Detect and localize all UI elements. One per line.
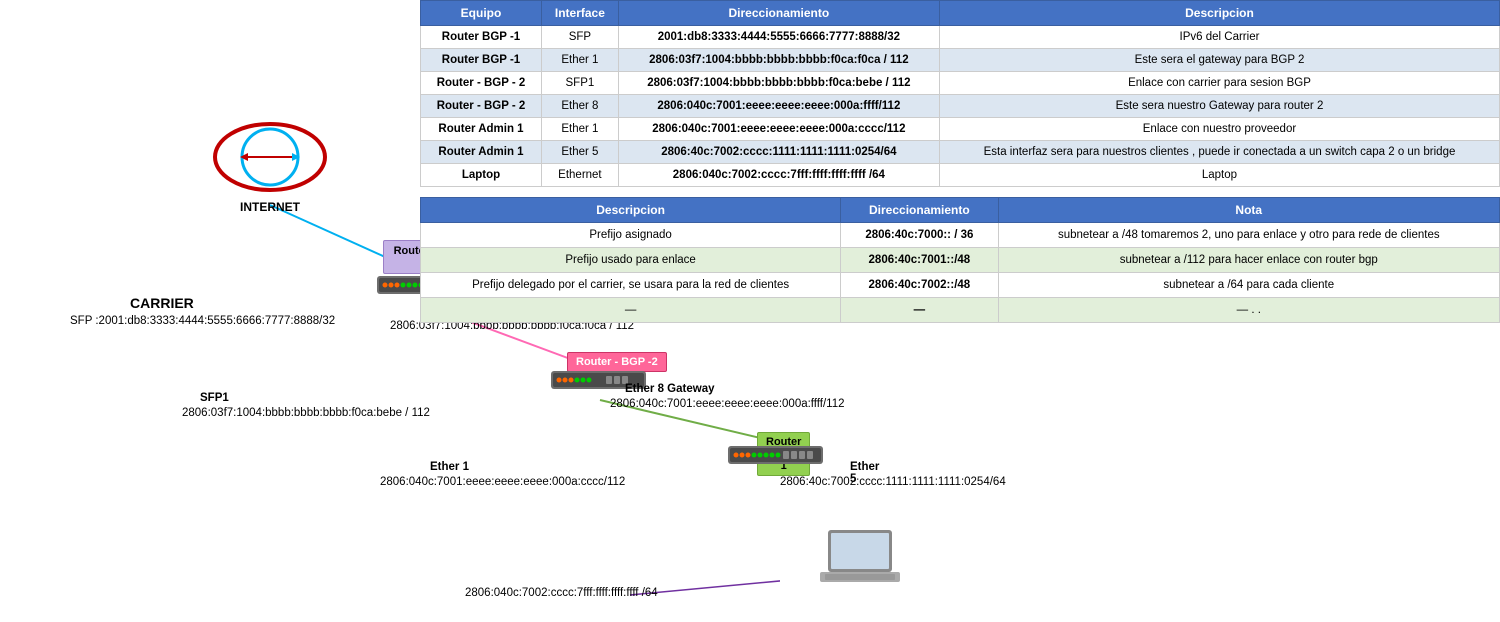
sec-cell-nota: subnetear a /112 para hacer enlace con r…	[998, 248, 1499, 273]
cell-interface: Ether 1	[542, 118, 619, 141]
sec-cell-nota: — . .	[998, 298, 1499, 323]
laptop-icon	[820, 528, 900, 588]
cell-direccionamiento: 2806:040c:7001:eeee:eeee:eeee:000a:ffff/…	[618, 95, 939, 118]
sec-cell-descripcion: Prefijo delegado por el carrier, se usar…	[421, 273, 841, 298]
cell-equipo: Router Admin 1	[421, 118, 542, 141]
ether8-label: Ether 8 Gateway	[625, 383, 714, 395]
cell-equipo: Router - BGP - 2	[421, 72, 542, 95]
sec-cell-direccionamiento: 2806:40c:7000:: / 36	[841, 223, 998, 248]
cell-direccionamiento: 2806:40c:7002:cccc:1111:1111:1111:0254/6…	[618, 141, 939, 164]
table-row: Prefijo asignado2806:40c:7000:: / 36subn…	[421, 223, 1500, 248]
cell-interface: Ethernet	[542, 164, 619, 187]
table-row: LaptopEthernet2806:040c:7002:cccc:7fff:f…	[421, 164, 1500, 187]
sec-col-descripcion: Descripcion	[421, 198, 841, 223]
internet-cloud: INTERNET	[205, 120, 335, 210]
sec-cell-nota: subnetear a /64 para cada cliente	[998, 273, 1499, 298]
sfp1-addr: 2806:03f7:1004:bbbb:bbbb:bbbb:f0ca:bebe …	[182, 407, 430, 419]
table-row: Router Admin 1Ether 52806:40c:7002:cccc:…	[421, 141, 1500, 164]
cell-equipo: Router BGP -1	[421, 49, 542, 72]
laptop-device	[820, 528, 900, 591]
router-admin1-icon	[728, 442, 828, 470]
sec-cell-descripcion: Prefijo asignado	[421, 223, 841, 248]
ether1-admin-addr: 2806:040c:7001:eeee:eeee:eeee:000a:cccc/…	[380, 476, 625, 488]
cell-descripcion: Este sera nuestro Gateway para router 2	[939, 95, 1499, 118]
col-interface: Interface	[542, 1, 619, 26]
table-row: Prefijo usado para enlace2806:40c:7001::…	[421, 248, 1500, 273]
table-row: ——— . .	[421, 298, 1500, 323]
cell-equipo: Laptop	[421, 164, 542, 187]
sec-cell-direccionamiento: —	[841, 298, 998, 323]
cell-direccionamiento: 2806:040c:7002:cccc:7fff:ffff:ffff:ffff …	[618, 164, 939, 187]
cell-equipo: Router - BGP - 2	[421, 95, 542, 118]
sec-cell-descripcion: —	[421, 298, 841, 323]
sec-col-nota: Nota	[998, 198, 1499, 223]
cell-direccionamiento: 2806:03f7:1004:bbbb:bbbb:bbbb:f0ca:bebe …	[618, 72, 939, 95]
carrier-label: CARRIER	[130, 295, 194, 311]
cell-descripcion: Este sera el gateway para BGP 2	[939, 49, 1499, 72]
internet-label: INTERNET	[205, 200, 335, 214]
col-descripcion: Descripcion	[939, 1, 1499, 26]
sec-cell-descripcion: Prefijo usado para enlace	[421, 248, 841, 273]
router-admin1-device	[728, 442, 828, 473]
ether8-addr: 2806:040c:7001:eeee:eeee:eeee:000a:ffff/…	[610, 398, 845, 410]
cell-direccionamiento: 2806:040c:7001:eeee:eeee:eeee:000a:cccc/…	[618, 118, 939, 141]
table-row: Prefijo delegado por el carrier, se usar…	[421, 273, 1500, 298]
table-row: Router - BGP - 2SFP12806:03f7:1004:bbbb:…	[421, 72, 1500, 95]
ether5-addr: 2806:40c:7002:cccc:1111:1111:1111:0254/6…	[780, 476, 1006, 488]
carrier-addr: SFP :2001:db8:3333:4444:5555:6666:7777:8…	[70, 315, 335, 327]
cell-descripcion: Esta interfaz sera para nuestros cliente…	[939, 141, 1499, 164]
cell-descripcion: IPv6 del Carrier	[939, 26, 1499, 49]
cell-descripcion: Laptop	[939, 164, 1499, 187]
sec-cell-direccionamiento: 2806:40c:7001::/48	[841, 248, 998, 273]
ether1-admin-label: Ether 1	[430, 461, 469, 473]
table-row: Router BGP -1Ether 12806:03f7:1004:bbbb:…	[421, 49, 1500, 72]
cell-interface: Ether 1	[542, 49, 619, 72]
table-row: Router Admin 1Ether 12806:040c:7001:eeee…	[421, 118, 1500, 141]
cell-interface: SFP1	[542, 72, 619, 95]
cell-descripcion: Enlace con nuestro proveedor	[939, 118, 1499, 141]
sfp1-label: SFP1	[200, 392, 229, 404]
table-area: Equipo Interface Direccionamiento Descri…	[420, 0, 1500, 323]
laptop-addr: 2806:040c:7002:cccc:7fff:ffff:ffff:ffff …	[465, 587, 658, 599]
cell-descripcion: Enlace con carrier para sesion BGP	[939, 72, 1499, 95]
cloud-icon	[210, 120, 330, 195]
table-row: Router - BGP - 2Ether 82806:040c:7001:ee…	[421, 95, 1500, 118]
main-table: Equipo Interface Direccionamiento Descri…	[420, 0, 1500, 187]
cell-direccionamiento: 2806:03f7:1004:bbbb:bbbb:bbbb:f0ca:f0ca …	[618, 49, 939, 72]
cell-direccionamiento: 2001:db8:3333:4444:5555:6666:7777:8888/3…	[618, 26, 939, 49]
cell-interface: Ether 8	[542, 95, 619, 118]
sec-cell-nota: subnetear a /48 tomaremos 2, uno para en…	[998, 223, 1499, 248]
cell-interface: Ether 5	[542, 141, 619, 164]
sec-col-direccionamiento: Direccionamiento	[841, 198, 998, 223]
col-direccionamiento: Direccionamiento	[618, 1, 939, 26]
cell-equipo: Router Admin 1	[421, 141, 542, 164]
secondary-table: Descripcion Direccionamiento Nota Prefij…	[420, 197, 1500, 323]
sec-cell-direccionamiento: 2806:40c:7002::/48	[841, 273, 998, 298]
col-equipo: Equipo	[421, 1, 542, 26]
cell-equipo: Router BGP -1	[421, 26, 542, 49]
table-row: Router BGP -1SFP2001:db8:3333:4444:5555:…	[421, 26, 1500, 49]
cell-interface: SFP	[542, 26, 619, 49]
